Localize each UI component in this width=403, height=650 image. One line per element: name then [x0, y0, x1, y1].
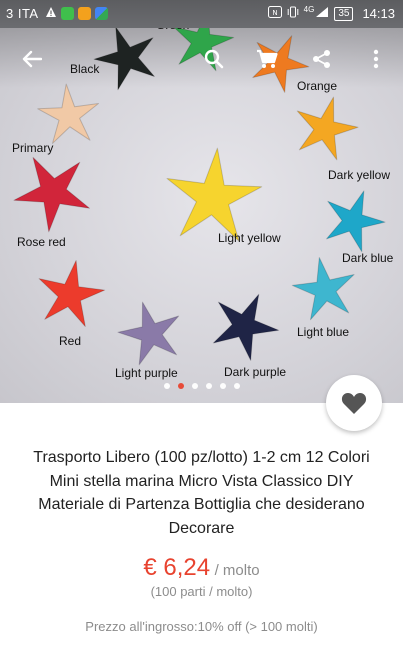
battery-level: 35 — [334, 6, 354, 21]
page-dot[interactable] — [163, 383, 170, 389]
more-vertical-icon — [373, 49, 379, 69]
starfish-light-yellow — [166, 147, 263, 242]
search-icon — [204, 49, 224, 69]
starfish-dark-yellow — [296, 96, 359, 161]
vibrate-icon — [287, 6, 299, 21]
starfish-light-purple — [117, 301, 180, 366]
signal-icon — [315, 6, 329, 21]
network-type: 4G — [303, 5, 315, 14]
page-dot[interactable] — [191, 383, 198, 389]
starfish-label: Dark yellow — [328, 168, 391, 182]
starfish-black — [93, 28, 155, 91]
heart-icon — [341, 393, 367, 414]
wholesale-info: Prezzo all'ingrosso:10% off (> 100 molti… — [85, 619, 318, 634]
starfish-dark-purple — [212, 293, 280, 361]
starfish-label: Light yellow — [218, 231, 281, 245]
page-dot[interactable] — [219, 383, 226, 389]
starfish-primary — [37, 83, 99, 144]
starfish-label: Dark purple — [224, 365, 287, 379]
clock: 14:13 — [362, 6, 395, 21]
starfish-red — [38, 260, 106, 327]
cart-icon — [257, 49, 278, 68]
svg-text:N: N — [272, 9, 277, 17]
maps-icon — [94, 7, 108, 20]
cart-button[interactable] — [250, 42, 284, 76]
starfish-label: Light blue — [297, 325, 350, 339]
starfish-label: Red — [59, 334, 82, 348]
starfish-label: Black — [70, 62, 100, 76]
status-bar: 3 ITA N 4G 35 14:13 — [0, 0, 403, 28]
price-unit: / molto — [214, 562, 260, 579]
page-dot[interactable] — [205, 383, 212, 389]
product-title: Trasporto Libero (100 pz/lotto) 1-2 cm 1… — [33, 449, 370, 537]
search-button[interactable] — [197, 42, 231, 76]
nfc-icon: N — [267, 6, 282, 21]
starfish-rose-red — [13, 156, 90, 233]
price-row: € 6,24 / molto — [0, 554, 403, 582]
share-button[interactable] — [305, 42, 339, 76]
lot-info: (100 parti / molto) — [150, 584, 253, 599]
price: € 6,24 — [143, 554, 211, 581]
share-icon — [313, 50, 330, 68]
carrier-name: 3 ITA — [6, 6, 39, 21]
starfish-label: Primary — [12, 141, 54, 155]
product-image-gallery[interactable]: Green Black Orange Primary Dark yellow Rose r… — [0, 28, 403, 403]
favorite-button[interactable] — [326, 375, 382, 431]
starfish-label: Orange — [297, 79, 338, 93]
page-dot[interactable] — [233, 383, 240, 389]
starfish-label: Dark blue — [342, 251, 394, 265]
page-dot[interactable] — [177, 383, 184, 389]
message-icon — [77, 7, 91, 20]
starfish-light-blue — [291, 257, 355, 321]
whatsapp-icon — [60, 7, 74, 20]
warning-icon — [45, 6, 57, 21]
starfish-label: Rose red — [17, 235, 66, 249]
starfish-label: Light purple — [115, 366, 178, 380]
arrow-left-icon — [22, 50, 42, 68]
starfish-dark-blue — [326, 190, 386, 253]
starfish-label: Green — [156, 28, 189, 32]
back-button[interactable] — [15, 42, 49, 76]
more-options-button[interactable] — [359, 42, 393, 76]
